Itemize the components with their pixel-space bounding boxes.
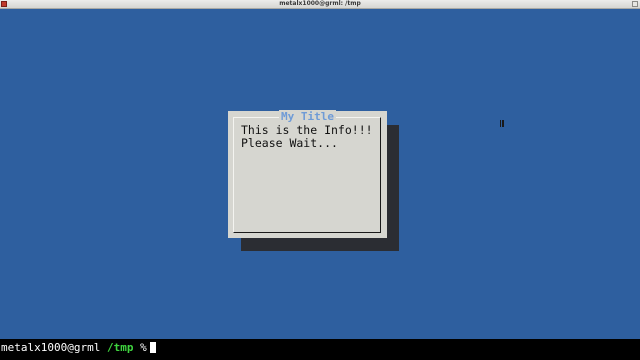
window-title: metalx1000@grml: /tmp <box>279 0 361 7</box>
shell-prompt-line[interactable]: metalx1000@grml /tmp % <box>0 339 640 360</box>
text-caret <box>149 342 156 353</box>
terminal-window: metalx1000@grml: /tmp My Title This is t… <box>0 0 640 360</box>
dialog-wait-line: Please Wait... <box>241 136 338 150</box>
dialog-title: My Title <box>228 110 387 123</box>
prompt-host: grml <box>73 341 101 354</box>
shell-prompt: metalx1000@grml /tmp % <box>1 341 156 354</box>
info-dialog: My Title This is the Info!!! Please Wait… <box>228 110 387 238</box>
dialog-title-text: My Title <box>279 110 336 123</box>
window-controls <box>632 1 638 7</box>
window-control-button[interactable] <box>632 1 638 7</box>
prompt-symbol: % <box>140 341 147 354</box>
prompt-user: metalx1000 <box>1 341 68 354</box>
prompt-at: @ <box>67 341 74 354</box>
prompt-path: /tmp <box>106 341 134 354</box>
window-titlebar[interactable]: metalx1000@grml: /tmp <box>0 0 640 9</box>
text-cursor-icon <box>500 120 504 127</box>
